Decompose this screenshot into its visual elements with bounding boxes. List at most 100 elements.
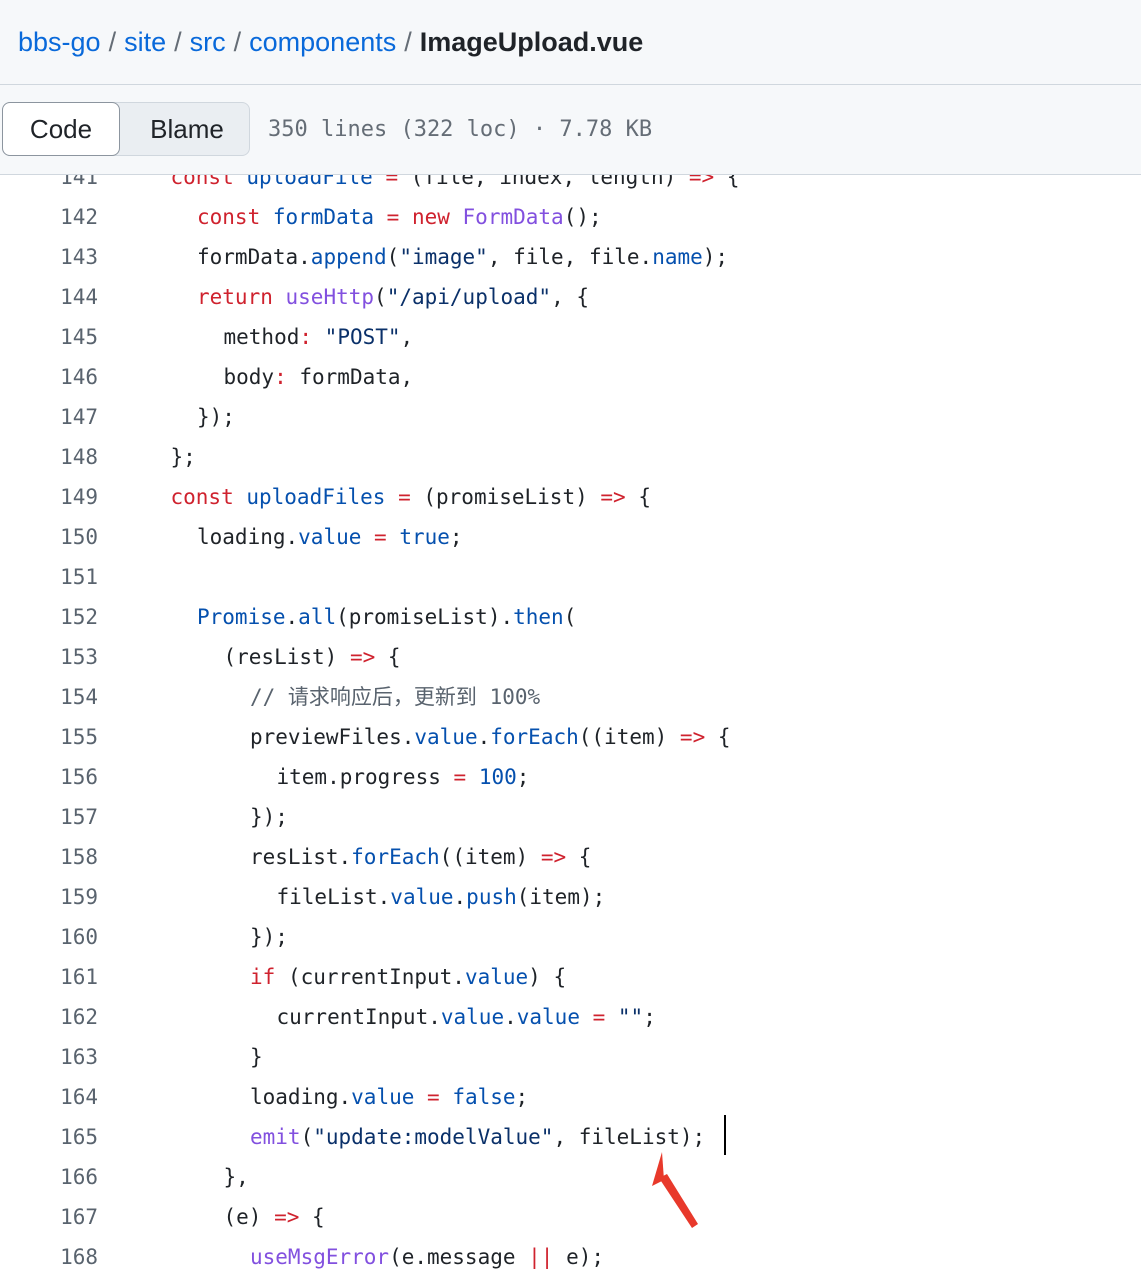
line-number[interactable]: 159 bbox=[0, 877, 98, 917]
code-tab-button[interactable]: Code bbox=[2, 102, 120, 156]
breadcrumb-components-link[interactable]: components bbox=[249, 27, 396, 57]
code-token: (resList) bbox=[223, 645, 350, 669]
line-code: body: formData, bbox=[224, 357, 414, 397]
breadcrumb-site-link[interactable]: site bbox=[124, 27, 166, 57]
code-line: 167 (e) => { bbox=[0, 1197, 1141, 1237]
line-number[interactable]: 148 bbox=[0, 437, 98, 477]
line-code: }); bbox=[250, 797, 288, 837]
red-arrow-icon bbox=[652, 1152, 698, 1228]
line-number[interactable]: 157 bbox=[0, 797, 98, 837]
line-number[interactable]: 149 bbox=[0, 477, 98, 517]
code-token: : bbox=[299, 325, 313, 349]
code-line: 150 loading.value = true; bbox=[0, 517, 1141, 557]
line-number[interactable]: 143 bbox=[0, 237, 98, 277]
code-token: } bbox=[250, 1045, 263, 1069]
line-number[interactable]: 154 bbox=[0, 677, 98, 717]
code-line: 155 previewFiles.value.forEach((item) => … bbox=[0, 717, 1141, 757]
code-token: ; bbox=[516, 765, 530, 789]
breadcrumb-repo-link[interactable]: bbs-go bbox=[18, 27, 101, 57]
code-line: 166}, bbox=[0, 1157, 1141, 1197]
line-code: (e) => { bbox=[224, 1197, 325, 1237]
code-token: useHttp bbox=[285, 285, 375, 309]
line-code: }); bbox=[197, 397, 235, 437]
code-token: value bbox=[414, 725, 478, 749]
line-number[interactable]: 153 bbox=[0, 637, 98, 677]
code-token: uploadFiles bbox=[246, 485, 386, 509]
code-token: ((item) bbox=[439, 845, 541, 869]
line-code: resList.forEach((item) => { bbox=[250, 837, 591, 877]
code-token: formData. bbox=[197, 245, 311, 269]
code-token: forEach bbox=[351, 845, 440, 869]
code-token: e); bbox=[553, 1245, 605, 1269]
line-code: currentInput.value.value = ""; bbox=[277, 997, 656, 1037]
code-token: => bbox=[349, 645, 376, 669]
code-line: 165 emit("update:modelValue", fileList); bbox=[0, 1117, 1141, 1157]
code-token: => bbox=[600, 485, 626, 509]
code-token: , fileList); bbox=[553, 1125, 706, 1149]
line-number[interactable]: 160 bbox=[0, 917, 98, 957]
code-view[interactable]: 141 const uploadFile = (file, index, leng… bbox=[0, 175, 1141, 1269]
code-line: 156 item.progress = 100; bbox=[0, 757, 1141, 797]
line-code: emit("update:modelValue", fileList); bbox=[250, 1117, 705, 1157]
code-token: { bbox=[299, 1205, 325, 1229]
code-line: 154 // 请求响应后，更新到 100% bbox=[0, 677, 1141, 717]
file-info: 350 lines (322 loc) · 7.78 KB bbox=[268, 117, 653, 142]
line-number[interactable]: 162 bbox=[0, 997, 98, 1037]
line-number[interactable]: 163 bbox=[0, 1037, 98, 1077]
line-code: Promise.all(promiseList).then( bbox=[197, 597, 576, 637]
code-token: (item); bbox=[516, 885, 606, 909]
line-number[interactable]: 150 bbox=[0, 517, 98, 557]
code-token: "update:modelValue" bbox=[313, 1125, 554, 1149]
line-code: item.progress = 100; bbox=[277, 757, 530, 797]
line-number[interactable]: 161 bbox=[0, 957, 98, 997]
line-number[interactable]: 142 bbox=[0, 197, 98, 237]
breadcrumb-separator: / bbox=[108, 27, 117, 57]
code-token: ( bbox=[300, 1125, 314, 1149]
code-line: 162 currentInput.value.value = ""; bbox=[0, 997, 1141, 1037]
line-code: method: "POST", bbox=[224, 317, 414, 357]
code-token: new bbox=[411, 205, 463, 229]
blame-tab-button[interactable]: Blame bbox=[123, 103, 251, 155]
line-number[interactable]: 145 bbox=[0, 317, 98, 357]
code-token: ); bbox=[702, 245, 729, 269]
breadcrumb-current-file: ImageUpload.vue bbox=[419, 27, 644, 57]
line-number[interactable]: 155 bbox=[0, 717, 98, 757]
breadcrumb-src-link[interactable]: src bbox=[190, 27, 226, 57]
code-token: { bbox=[714, 175, 740, 189]
code-token: ((item) bbox=[578, 725, 680, 749]
code-token: "POST" bbox=[324, 325, 401, 349]
view-mode-toggle: Code Blame bbox=[2, 102, 250, 156]
code-token: body bbox=[223, 365, 275, 389]
line-number[interactable]: 147 bbox=[0, 397, 98, 437]
code-line: 158 resList.forEach((item) => { bbox=[0, 837, 1141, 877]
line-number[interactable]: 152 bbox=[0, 597, 98, 637]
line-number[interactable]: 164 bbox=[0, 1077, 98, 1117]
line-number[interactable]: 166 bbox=[0, 1157, 98, 1197]
line-code: }; bbox=[171, 437, 196, 477]
code-token: }); bbox=[250, 805, 288, 829]
breadcrumb-separator: / bbox=[174, 27, 182, 57]
code-token: formData bbox=[272, 205, 375, 229]
breadcrumb-separator: / bbox=[404, 27, 412, 57]
code-line: 147}); bbox=[0, 397, 1141, 437]
code-token: const bbox=[197, 205, 273, 229]
line-number[interactable]: 167 bbox=[0, 1197, 98, 1237]
line-number[interactable]: 144 bbox=[0, 277, 98, 317]
code-token: "image" bbox=[399, 245, 488, 269]
line-number[interactable]: 151 bbox=[0, 557, 98, 597]
line-number[interactable]: 168 bbox=[0, 1237, 98, 1269]
code-token: "" bbox=[617, 1005, 644, 1029]
code-token: uploadFile bbox=[246, 175, 373, 189]
code-token: }, bbox=[223, 1165, 249, 1189]
line-number[interactable]: 146 bbox=[0, 357, 98, 397]
code-token: Promise bbox=[197, 605, 286, 629]
code-token: , { bbox=[551, 285, 589, 309]
line-number[interactable]: 158 bbox=[0, 837, 98, 877]
code-token: const bbox=[170, 485, 247, 509]
code-token: value bbox=[298, 525, 362, 549]
code-token: { bbox=[625, 485, 651, 509]
line-number[interactable]: 141 bbox=[0, 175, 98, 197]
line-number[interactable]: 156 bbox=[0, 757, 98, 797]
code-token: return bbox=[197, 285, 286, 309]
line-number[interactable]: 165 bbox=[0, 1117, 98, 1157]
